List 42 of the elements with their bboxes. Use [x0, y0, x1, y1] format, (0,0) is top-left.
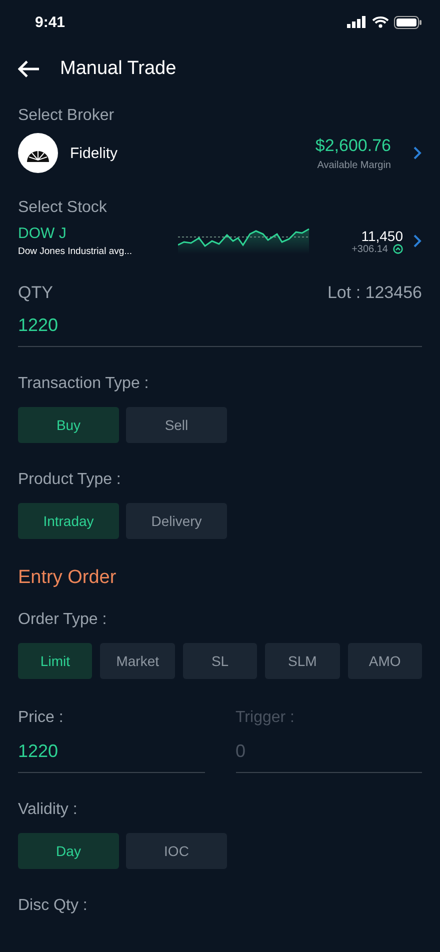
back-icon[interactable] — [18, 60, 40, 78]
field-label: Validity : — [18, 801, 78, 819]
price-change: +306.14 — [352, 244, 388, 254]
toggle-button[interactable]: Buy — [18, 407, 119, 443]
wifi-icon — [372, 16, 389, 28]
toggle-button[interactable]: Sell — [126, 407, 227, 443]
field-label: Transaction Type : — [18, 375, 149, 393]
toggle-button[interactable]: Delivery — [126, 503, 227, 539]
chevron-right-icon[interactable] — [413, 146, 422, 160]
signal-icon — [347, 16, 367, 28]
stock-name: Dow Jones Industrial avg... — [18, 246, 134, 257]
toggle-button[interactable]: Market — [100, 643, 175, 679]
qty-label: QTY — [18, 283, 53, 303]
battery-icon — [394, 16, 422, 28]
toggle-button[interactable]: SL — [182, 643, 258, 679]
margin-caption: Available Margin — [317, 160, 391, 170]
toggle-button[interactable]: SLM — [265, 643, 340, 679]
page-title: Manual Trade — [60, 58, 176, 80]
field-label: Price : — [18, 709, 64, 727]
lot-size: Lot : 123456 — [327, 283, 422, 303]
field-label: Order Type : — [18, 611, 107, 629]
section-heading: Entry Order — [18, 567, 116, 589]
field-label: Trigger : — [236, 709, 296, 727]
up-circle-icon — [393, 244, 403, 254]
toggle-button[interactable]: AMO — [348, 643, 422, 679]
toggle-button[interactable]: Limit — [18, 643, 92, 679]
chevron-right-icon[interactable] — [413, 234, 422, 248]
broker-name: Fidelity — [70, 144, 119, 162]
section-label: Select Stock — [18, 199, 107, 217]
section-label: Select Broker — [18, 107, 114, 125]
toggle-button[interactable]: IOC — [126, 833, 227, 869]
toggle-button[interactable]: Intraday — [18, 503, 119, 539]
field-label: Disc Qty : — [18, 897, 88, 915]
margin-amount: $2,600.76 — [315, 136, 391, 156]
field-label: Product Type : — [18, 471, 121, 489]
input-field[interactable]: 1220 — [18, 727, 204, 773]
qty-field[interactable]: 1220 — [18, 303, 422, 347]
status-time: 9:41 — [35, 14, 66, 30]
stock-symbol: DOW J — [18, 225, 68, 242]
stock-price: 11,450 — [361, 228, 403, 244]
broker-logo-icon — [18, 133, 58, 173]
toggle-button[interactable]: Day — [18, 833, 119, 869]
